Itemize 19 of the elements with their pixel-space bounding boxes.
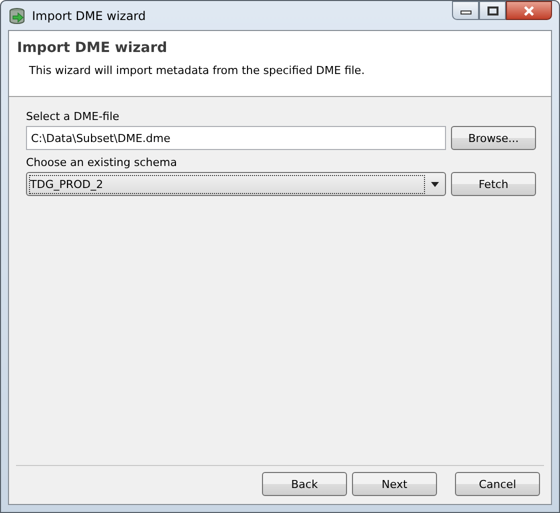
fetch-button[interactable]: Fetch <box>451 172 536 196</box>
app-icon <box>8 6 26 24</box>
browse-button[interactable]: Browse... <box>451 126 536 150</box>
wizard-title: Import DME wizard <box>17 40 168 56</box>
schema-dropdown[interactable]: TDG_PROD_2 <box>26 172 446 196</box>
field-label: Select a DME-file <box>26 110 120 123</box>
window-title: Import DME wizard <box>32 8 146 22</box>
maximize-button[interactable] <box>479 1 506 20</box>
field-label: Choose an existing schema <box>26 156 178 169</box>
file-path-field[interactable]: C:\Data\Subset\DME.dme <box>26 126 446 150</box>
wizard-button[interactable]: Back <box>262 472 347 496</box>
dropdown-arrow-icon <box>431 182 439 186</box>
wizard-description: This wizard will import metadata from the specified DME file. <box>29 64 366 77</box>
minimize-button[interactable] <box>452 1 479 20</box>
wizard-button[interactable]: Cancel <box>455 472 540 496</box>
wizard-button[interactable]: Next <box>352 472 437 496</box>
close-icon <box>523 6 535 16</box>
close-button[interactable] <box>506 1 552 20</box>
maximize-icon <box>486 6 498 16</box>
